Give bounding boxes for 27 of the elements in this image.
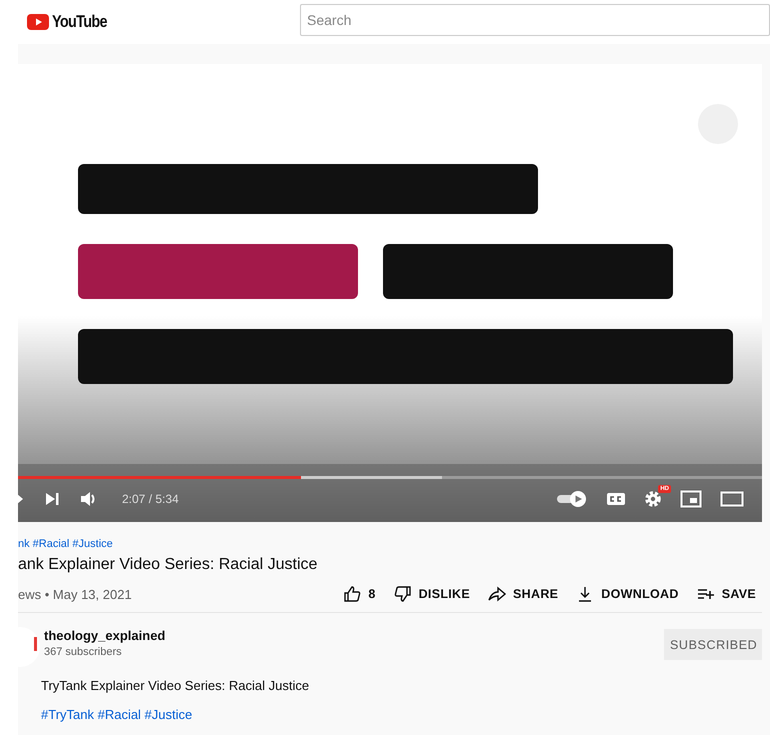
- settings-icon[interactable]: [644, 490, 662, 508]
- theater-mode-icon[interactable]: [720, 491, 744, 507]
- miniplayer-icon[interactable]: [680, 490, 702, 508]
- subscriber-count: 367 subscribers: [44, 645, 123, 659]
- share-arrow-icon[interactable]: [488, 585, 506, 603]
- dislike-button[interactable]: DISLIKE: [418, 587, 470, 601]
- channel-name[interactable]: theology_explained: [44, 627, 166, 645]
- autoplay-toggle[interactable]: [556, 490, 588, 508]
- progress-bar[interactable]: [18, 476, 762, 479]
- thumbs-down-icon[interactable]: [394, 585, 412, 603]
- download-button[interactable]: DOWNLOAD: [601, 587, 679, 601]
- video-meta: ews • May 13, 2021: [18, 586, 132, 602]
- video-title: ank Explainer Video Series: Racial Justice: [18, 555, 318, 575]
- thumbs-up-icon[interactable]: [343, 585, 362, 603]
- like-button[interactable]: 8: [368, 587, 376, 601]
- share-button[interactable]: SHARE: [513, 587, 558, 601]
- hashtag-links[interactable]: nk #Racial #Justice: [18, 537, 113, 551]
- logo-text: YouTube: [52, 12, 107, 32]
- save-button[interactable]: SAVE: [722, 587, 756, 601]
- time-display: 2:07 / 5:34: [122, 492, 179, 506]
- hashtag-links[interactable]: #TryTank #Racial #Justice: [41, 707, 192, 722]
- next-icon[interactable]: [44, 491, 60, 507]
- description-text: TryTank Explainer Video Series: Racial Justice: [41, 678, 310, 694]
- subscribe-button[interactable]: SUBSCRIBED: [664, 629, 762, 660]
- search-field[interactable]: Search: [300, 4, 770, 36]
- play-logo-icon: [27, 14, 49, 30]
- captions-icon[interactable]: [606, 491, 626, 507]
